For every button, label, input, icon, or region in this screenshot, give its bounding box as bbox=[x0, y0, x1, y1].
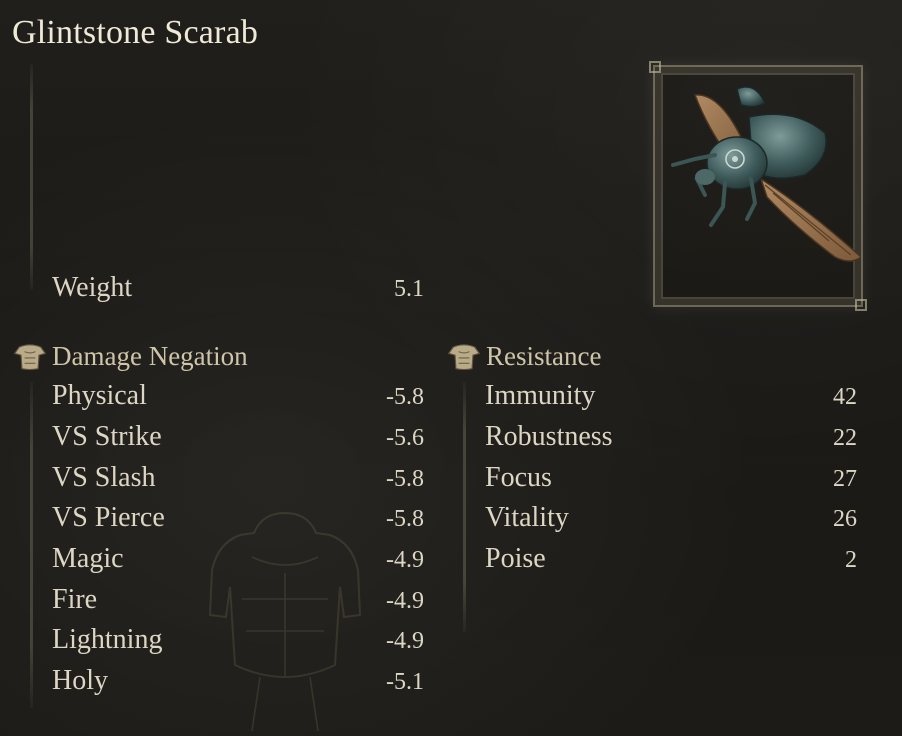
weight-label: Weight bbox=[52, 272, 133, 303]
damage-label: Magic bbox=[52, 543, 124, 574]
damage-value: -4.9 bbox=[386, 547, 424, 573]
armor-icon bbox=[447, 343, 481, 370]
damage-value: -4.9 bbox=[386, 588, 424, 614]
damage-value: -5.8 bbox=[386, 384, 424, 410]
damage-value: -5.8 bbox=[386, 506, 424, 532]
damage-row-vs-strike: VS Strike -5.6 bbox=[52, 421, 424, 457]
damage-label: Holy bbox=[52, 665, 108, 696]
resistance-value: 42 bbox=[833, 384, 857, 410]
resistance-label: Immunity bbox=[485, 380, 596, 411]
resistance-label: Focus bbox=[485, 462, 552, 493]
weight-row: Weight 5.1 bbox=[52, 272, 424, 308]
damage-value: -4.9 bbox=[386, 628, 424, 654]
resistance-row-poise: Poise 2 bbox=[485, 543, 857, 579]
resistance-label: Poise bbox=[485, 543, 546, 574]
damage-row-vs-slash: VS Slash -5.8 bbox=[52, 462, 424, 498]
resistance-value: 22 bbox=[833, 425, 857, 451]
resistance-value: 27 bbox=[833, 466, 857, 492]
damage-value: -5.1 bbox=[386, 669, 424, 695]
weight-value: 5.1 bbox=[394, 276, 424, 302]
armor-icon bbox=[13, 343, 47, 370]
damage-row-physical: Physical -5.8 bbox=[52, 380, 424, 416]
resistance-label: Vitality bbox=[485, 502, 569, 533]
damage-label: Lightning bbox=[52, 624, 163, 655]
damage-negation-label: Damage Negation bbox=[52, 341, 248, 371]
armor-silhouette-watermark bbox=[208, 511, 362, 732]
divider-damage-negation bbox=[30, 382, 33, 708]
item-title: Glintstone Scarab bbox=[12, 14, 259, 51]
resistance-row-robustness: Robustness 22 bbox=[485, 421, 857, 457]
damage-label: Fire bbox=[52, 584, 98, 615]
resistance-row-focus: Focus 27 bbox=[485, 462, 857, 498]
damage-value: -5.8 bbox=[386, 466, 424, 492]
divider-top-left bbox=[30, 64, 33, 290]
item-image-frame bbox=[649, 61, 867, 311]
resistance-label: Resistance bbox=[486, 341, 602, 371]
resistance-label: Robustness bbox=[485, 421, 613, 452]
scarab-helm-icon bbox=[671, 86, 863, 262]
resistance-heading: Resistance bbox=[446, 341, 601, 372]
damage-value: -5.6 bbox=[386, 425, 424, 451]
resistance-row-immunity: Immunity 42 bbox=[485, 380, 857, 416]
damage-negation-heading: Damage Negation bbox=[12, 341, 248, 372]
divider-resistance bbox=[463, 382, 466, 632]
damage-label: Physical bbox=[52, 380, 147, 411]
damage-label: VS Strike bbox=[52, 421, 162, 452]
resistance-value: 2 bbox=[845, 547, 857, 573]
damage-label: VS Pierce bbox=[52, 502, 165, 533]
resistance-value: 26 bbox=[833, 506, 857, 532]
resistance-row-vitality: Vitality 26 bbox=[485, 502, 857, 538]
damage-label: VS Slash bbox=[52, 462, 156, 493]
